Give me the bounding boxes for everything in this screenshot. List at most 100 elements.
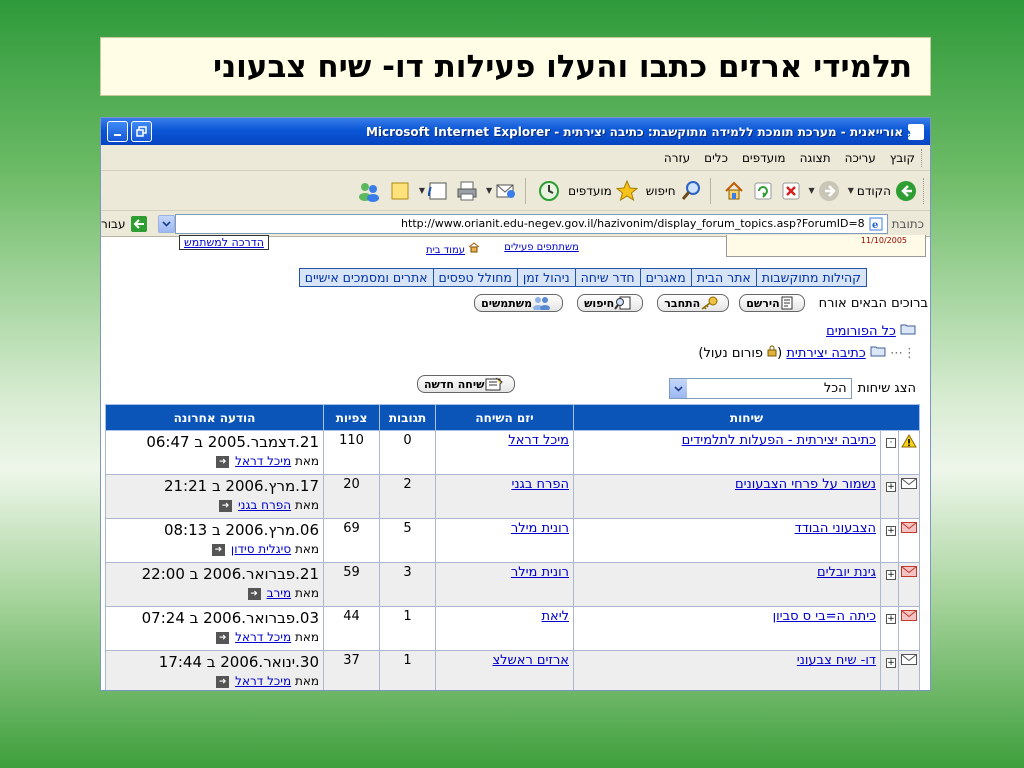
tab-chat-room[interactable]: חדר שיחה: [574, 269, 640, 286]
menu-bar: קובץ עריכה תצוגה מועדפים כלים עזרה: [101, 145, 930, 171]
topic-expand[interactable]: +: [880, 518, 899, 563]
topic-status: [898, 474, 920, 519]
menu-tools[interactable]: כלים: [704, 151, 728, 165]
messenger-button[interactable]: [357, 180, 381, 202]
page-icon: e: [869, 217, 883, 231]
all-forums-link[interactable]: כל הפורומים: [826, 324, 896, 339]
topic-author-link[interactable]: רונית מילר: [511, 565, 569, 580]
home-button[interactable]: [723, 180, 745, 202]
home-link[interactable]: עמוד בית: [426, 245, 465, 256]
back-button[interactable]: הקודם ▼: [848, 180, 917, 202]
topic-status: [898, 606, 920, 651]
discuss-button[interactable]: [389, 180, 411, 202]
go-to-last-post-icon[interactable]: ➜: [218, 499, 232, 512]
minimize-button[interactable]: [107, 121, 128, 142]
warning-icon: [901, 434, 917, 448]
topic-subject-link[interactable]: נשמור על פרחי הצבעונים: [735, 477, 876, 492]
topic-subject-link[interactable]: כיתה ה=בי ס סביון: [773, 609, 876, 624]
col-views[interactable]: צפיות: [323, 404, 380, 431]
stop-button[interactable]: [781, 181, 801, 201]
forward-dropdown-icon[interactable]: ▼: [809, 186, 815, 195]
tab-communities[interactable]: קהילות מתוקשבות: [755, 269, 866, 286]
go-to-last-post-icon[interactable]: ➜: [211, 543, 225, 556]
topic-expand[interactable]: +: [880, 606, 899, 651]
last-post-author-link[interactable]: מיכל דראל: [235, 674, 291, 688]
menu-edit[interactable]: עריכה: [845, 151, 876, 165]
refresh-button[interactable]: [753, 181, 773, 201]
topic-subject-link[interactable]: גינת יובלים: [817, 565, 876, 580]
topic-author-link[interactable]: הפרח בגני: [511, 477, 569, 492]
go-to-last-post-icon[interactable]: ➜: [216, 631, 230, 644]
tab-home-site[interactable]: אתר הבית: [690, 269, 756, 286]
expand-icon[interactable]: +: [886, 613, 896, 624]
welcome-row: ברוכים הבאים אורח הירשם התחבר חיפוש משתמ…: [108, 292, 928, 314]
register-button[interactable]: הירשם: [739, 294, 805, 312]
topic-author-link[interactable]: ארזים ראשלצ: [492, 653, 569, 668]
login-button[interactable]: התחבר: [657, 294, 730, 312]
topic-author-link[interactable]: רונית מילר: [511, 521, 569, 536]
last-post-author-link[interactable]: הפרח בגני: [238, 498, 291, 512]
select-dropdown-button[interactable]: [669, 379, 687, 398]
favorites-button[interactable]: מועדפים: [568, 179, 638, 202]
edit-button[interactable]: W ▼: [419, 181, 448, 201]
expand-icon[interactable]: ·: [886, 437, 896, 448]
menu-file[interactable]: קובץ: [890, 151, 915, 165]
expand-icon[interactable]: +: [886, 481, 896, 492]
toolbar-grip[interactable]: [923, 177, 926, 204]
go-to-last-post-icon[interactable]: ➜: [216, 455, 230, 468]
tab-time-management[interactable]: ניהול זמן: [516, 269, 575, 286]
new-topic-button[interactable]: שיחה חדשה: [417, 375, 516, 393]
topic-expand[interactable]: +: [880, 474, 899, 519]
topic-expand[interactable]: ·: [880, 430, 899, 475]
tab-form-generator[interactable]: מחולל טפסים: [432, 269, 517, 286]
mail-button[interactable]: ▼: [486, 180, 517, 202]
edit-dropdown-icon[interactable]: ▼: [419, 186, 425, 195]
col-last-post[interactable]: הודעה אחרונה: [105, 404, 324, 431]
active-users-link[interactable]: משתתפים פעילים: [504, 242, 579, 256]
user-guide-link[interactable]: הדרכה למשתמש: [179, 235, 269, 250]
back-dropdown-icon[interactable]: ▼: [848, 186, 854, 195]
restore-button[interactable]: [131, 121, 152, 142]
topic-subject-link[interactable]: הצבעוני הבודד: [795, 521, 876, 536]
tab-personal-sites[interactable]: אתרים ומסמכים אישיים: [300, 269, 433, 286]
tab-repositories[interactable]: מאגרים: [639, 269, 691, 286]
mail-dropdown-icon[interactable]: ▼: [486, 186, 492, 195]
go-to-last-post-icon[interactable]: ➜: [247, 587, 261, 600]
print-button[interactable]: [456, 180, 478, 202]
forward-button[interactable]: ▼: [809, 180, 840, 202]
topic-author-link[interactable]: ליאת: [541, 609, 569, 624]
last-post-author-link[interactable]: מירב: [267, 586, 292, 600]
col-replies[interactable]: תגובות: [379, 404, 436, 431]
col-topics[interactable]: שיחות: [573, 404, 920, 431]
history-icon: [539, 180, 560, 201]
address-dropdown-button[interactable]: [157, 214, 175, 233]
last-post-author-link[interactable]: סיגלית סידון: [231, 542, 291, 556]
menu-grip[interactable]: [921, 148, 924, 167]
show-topics-select[interactable]: הכל: [668, 378, 852, 399]
forum-link[interactable]: כתיבה יצירתית: [786, 346, 865, 361]
menu-help[interactable]: עזרה: [664, 151, 690, 165]
forum-search-button[interactable]: חיפוש: [577, 294, 644, 312]
menu-view[interactable]: תצוגה: [800, 151, 831, 165]
last-post-author-link[interactable]: מיכל דראל: [235, 630, 291, 644]
last-post-author-link[interactable]: מיכל דראל: [235, 454, 291, 468]
col-author[interactable]: יזם השיחה: [435, 404, 574, 431]
expand-icon[interactable]: +: [886, 657, 896, 668]
topic-expand[interactable]: +: [880, 562, 899, 607]
menu-favorites[interactable]: מועדפים: [742, 151, 786, 165]
users-button[interactable]: משתמשים: [474, 294, 564, 312]
topic-author-link[interactable]: מיכל דראל: [508, 433, 569, 448]
topic-expand[interactable]: +: [880, 650, 899, 690]
topic-subject-link[interactable]: דו- שיח צבעוני: [797, 653, 876, 668]
go-to-last-post-icon[interactable]: ➜: [216, 675, 230, 688]
expand-icon[interactable]: +: [886, 525, 896, 536]
address-input[interactable]: http://www.orianit.edu-negev.gov.il/hazi…: [174, 213, 888, 234]
expand-icon[interactable]: +: [886, 569, 896, 580]
last-post-by: מאת מיכל דראל ➜: [110, 672, 319, 690]
search-button[interactable]: חיפוש: [646, 180, 702, 202]
word-edit-icon: W: [428, 182, 447, 199]
go-button[interactable]: עבור: [101, 215, 148, 233]
history-button[interactable]: [538, 180, 560, 202]
topic-subject-link[interactable]: כתיבה יצירתית - הפעלות לתלמידים: [682, 433, 876, 448]
slide-title: תלמידי ארזים כתבו והעלו פעילות דו- שיח צ…: [100, 37, 931, 96]
